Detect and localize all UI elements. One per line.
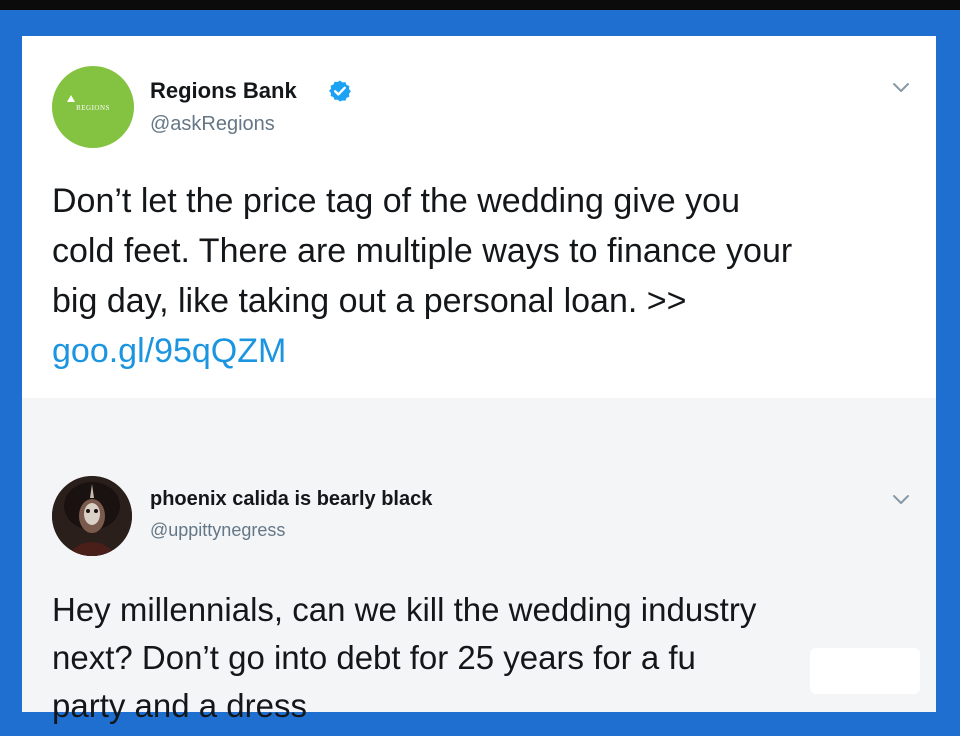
- author-name[interactable]: phoenix calida is bearly black: [150, 488, 432, 511]
- regions-logo-icon: [67, 95, 75, 102]
- user-avatar[interactable]: [52, 476, 132, 556]
- tweet-link[interactable]: goo.gl/95qQZM: [52, 326, 912, 376]
- tweet-regions-bank: REGIONS Regions Bank @askRegions Don’t l…: [22, 36, 936, 399]
- chevron-down-icon[interactable]: [892, 82, 910, 94]
- tweet-text-line: party and a dress: [52, 687, 307, 724]
- tweet-text-line: next? Don’t go into debt for 25 years fo…: [52, 639, 696, 676]
- tweet-text-line: cold feet. There are multiple ways to fi…: [52, 232, 793, 270]
- tweet-text-line: big day, like taking out a personal loan…: [52, 282, 687, 320]
- redaction-box: [810, 648, 920, 694]
- avatar-logo-text: REGIONS: [76, 104, 110, 112]
- tweet-screenshot-card: REGIONS Regions Bank @askRegions Don’t l…: [22, 36, 936, 724]
- avatar-portrait-icon: [52, 476, 132, 556]
- verified-badge-icon: [329, 80, 351, 102]
- tweet-text: Don’t let the price tag of the wedding g…: [52, 176, 912, 376]
- author-name[interactable]: Regions Bank: [150, 78, 297, 104]
- tweet-text-line: Don’t let the price tag of the wedding g…: [52, 182, 740, 220]
- author-handle[interactable]: @uppittynegress: [150, 520, 285, 541]
- tweet-reply: phoenix calida is bearly black @uppittyn…: [22, 398, 936, 724]
- tweet-text-line: Hey millennials, can we kill the wedding…: [52, 591, 757, 628]
- regions-bank-avatar[interactable]: REGIONS: [52, 66, 134, 148]
- tweet-text: Hey millennials, can we kill the wedding…: [52, 586, 912, 730]
- chevron-down-icon[interactable]: [892, 494, 910, 506]
- author-handle[interactable]: @askRegions: [150, 113, 275, 136]
- top-strip: [0, 0, 960, 10]
